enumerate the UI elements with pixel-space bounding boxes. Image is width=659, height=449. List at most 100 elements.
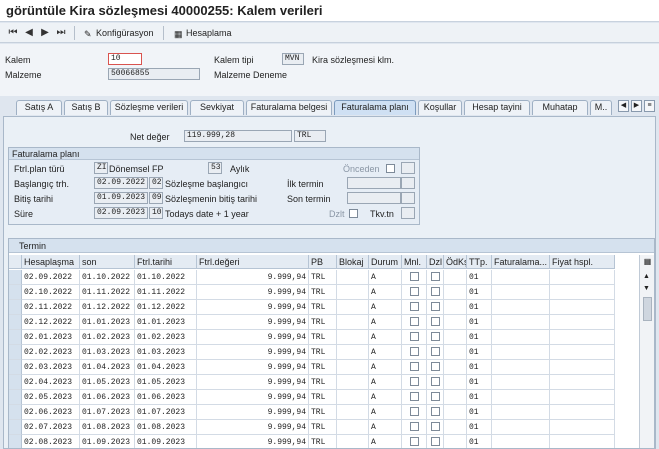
col-settlement-cell[interactable]: 02.12.2022 — [22, 315, 80, 330]
col-billing-value-cell[interactable]: 9.999,94 — [197, 390, 309, 405]
col-status-cell[interactable]: A — [369, 270, 402, 285]
table-row[interactable]: 02.04.2023 01.05.2023 01.05.2023 9.999,94 TR… — [9, 375, 637, 390]
col-date-category-cell[interactable]: 01 — [467, 360, 492, 375]
col-block-cell[interactable] — [337, 375, 369, 390]
col-pricing-cell[interactable] — [550, 435, 615, 448]
col-billing-value-cell[interactable]: 9.999,94 — [197, 435, 309, 448]
start-date-field[interactable]: 02.09.2022 — [94, 177, 148, 189]
col-billing-cell[interactable] — [492, 435, 550, 448]
col-date-category-cell[interactable]: 01 — [467, 405, 492, 420]
table-row[interactable]: 02.02.2023 01.03.2023 01.03.2023 9.999,94 TR… — [9, 345, 637, 360]
col-manual-cell[interactable] — [402, 330, 427, 345]
col-billing-date-cell[interactable]: 01.03.2023 — [135, 345, 197, 360]
col-currency-header[interactable]: PB — [309, 255, 337, 269]
col-billing-cell[interactable] — [492, 270, 550, 285]
col-status-cell[interactable]: A — [369, 390, 402, 405]
col-billing-date-cell[interactable]: 01.07.2023 — [135, 405, 197, 420]
col-status-cell[interactable]: A — [369, 300, 402, 315]
col-payment-terms-cell[interactable] — [444, 405, 467, 420]
col-settlement-cell[interactable]: 02.01.2023 — [22, 330, 80, 345]
row-checkbox[interactable] — [430, 392, 440, 401]
net-value-field[interactable]: 119.999,28 — [184, 130, 292, 142]
col-billing-value-cell[interactable]: 9.999,94 — [197, 300, 309, 315]
col-status-header[interactable]: Durum — [369, 255, 402, 269]
col-billing-cell[interactable] — [492, 345, 550, 360]
col-billing-value-cell[interactable]: 9.999,94 — [197, 375, 309, 390]
col-billing-date-cell[interactable]: 01.01.2023 — [135, 315, 197, 330]
correction-checkbox[interactable] — [349, 209, 358, 218]
col-end-cell[interactable]: 01.02.2023 — [80, 330, 135, 345]
col-end-cell[interactable]: 01.11.2022 — [80, 285, 135, 300]
row-checkbox[interactable] — [430, 332, 440, 341]
col-manual-cell[interactable] — [402, 285, 427, 300]
table-row[interactable]: 02.06.2023 01.07.2023 01.07.2023 9.999,94 TR… — [9, 405, 637, 420]
row-checkbox[interactable] — [409, 317, 419, 326]
col-payment-terms-cell[interactable] — [444, 285, 467, 300]
row-checkbox[interactable] — [430, 302, 440, 311]
col-payment-terms-cell[interactable] — [444, 300, 467, 315]
row-checkbox[interactable] — [409, 407, 419, 416]
col-correction-cell[interactable] — [427, 270, 444, 285]
row-selector[interactable] — [9, 420, 22, 435]
col-billing-value-cell[interactable]: 9.999,94 — [197, 285, 309, 300]
col-pricing-cell[interactable] — [550, 315, 615, 330]
tab-sales-a[interactable]: Satış A — [16, 100, 62, 115]
col-pricing-header[interactable]: Fiyat hspl. — [550, 255, 615, 269]
col-manual-header[interactable]: Mnl. — [402, 255, 427, 269]
material-field[interactable]: 50066855 — [108, 68, 200, 80]
duration-field[interactable]: 02.09.2023 — [94, 207, 148, 219]
col-manual-cell[interactable] — [402, 390, 427, 405]
col-billing-cell[interactable] — [492, 420, 550, 435]
in-advance-checkbox[interactable] — [386, 164, 395, 173]
col-billing-header[interactable]: Faturalama... — [492, 255, 550, 269]
col-pricing-cell[interactable] — [550, 270, 615, 285]
col-date-category-cell[interactable]: 01 — [467, 315, 492, 330]
col-pricing-cell[interactable] — [550, 390, 615, 405]
col-settlement-cell[interactable]: 02.10.2022 — [22, 285, 80, 300]
col-block-cell[interactable] — [337, 405, 369, 420]
col-block-cell[interactable] — [337, 285, 369, 300]
col-status-cell[interactable]: A — [369, 345, 402, 360]
table-row[interactable]: 02.05.2023 01.06.2023 01.06.2023 9.999,94 TR… — [9, 390, 637, 405]
col-date-category-cell[interactable]: 01 — [467, 420, 492, 435]
col-billing-cell[interactable] — [492, 285, 550, 300]
col-correction-cell[interactable] — [427, 420, 444, 435]
row-checkbox[interactable] — [409, 272, 419, 281]
tab-list-icon[interactable]: ≡ — [644, 100, 655, 112]
col-end-header[interactable]: son — [80, 255, 135, 269]
col-billing-value-cell[interactable]: 9.999,94 — [197, 315, 309, 330]
configuration-button[interactable]: ✎ Konfigürasyon — [84, 27, 154, 39]
col-pricing-cell[interactable] — [550, 300, 615, 315]
col-status-cell[interactable]: A — [369, 420, 402, 435]
col-currency-cell[interactable]: TRL — [309, 375, 337, 390]
col-payment-terms-cell[interactable] — [444, 360, 467, 375]
duration-rule-field[interactable]: 10 — [149, 207, 163, 219]
scroll-up-icon[interactable]: ▲ — [643, 273, 650, 280]
item-field[interactable]: 10 — [108, 53, 142, 65]
col-billing-value-cell[interactable]: 9.999,94 — [197, 345, 309, 360]
col-billing-cell[interactable] — [492, 330, 550, 345]
table-row[interactable]: 02.08.2023 01.09.2023 01.09.2023 9.999,94 TR… — [9, 435, 637, 448]
col-manual-cell[interactable] — [402, 270, 427, 285]
col-status-cell[interactable]: A — [369, 285, 402, 300]
last-date-rule-field[interactable] — [401, 192, 415, 204]
col-end-cell[interactable]: 01.09.2023 — [80, 435, 135, 448]
col-currency-cell[interactable]: TRL — [309, 435, 337, 448]
col-status-cell[interactable]: A — [369, 360, 402, 375]
table-row[interactable]: 02.07.2023 01.08.2023 01.08.2023 9.999,94 TR… — [9, 420, 637, 435]
col-block-cell[interactable] — [337, 435, 369, 448]
col-status-cell[interactable]: A — [369, 330, 402, 345]
calculation-button[interactable]: ▦ Hesaplama — [174, 27, 232, 39]
col-payment-terms-cell[interactable] — [444, 315, 467, 330]
col-currency-cell[interactable]: TRL — [309, 315, 337, 330]
table-row[interactable]: 02.03.2023 01.04.2023 01.04.2023 9.999,94 TR… — [9, 360, 637, 375]
col-manual-cell[interactable] — [402, 435, 427, 448]
col-manual-cell[interactable] — [402, 375, 427, 390]
first-date-rule-field[interactable] — [401, 177, 415, 189]
tab-sales-b[interactable]: Satış B — [64, 100, 108, 115]
col-pricing-cell[interactable] — [550, 330, 615, 345]
table-scrollbar[interactable]: ▦ ▲ ▼ — [639, 255, 654, 448]
col-block-cell[interactable] — [337, 330, 369, 345]
end-rule-field[interactable]: 09 — [149, 192, 163, 204]
table-row[interactable]: 02.09.2022 01.10.2022 01.10.2022 9.999,94 TR… — [9, 270, 637, 285]
